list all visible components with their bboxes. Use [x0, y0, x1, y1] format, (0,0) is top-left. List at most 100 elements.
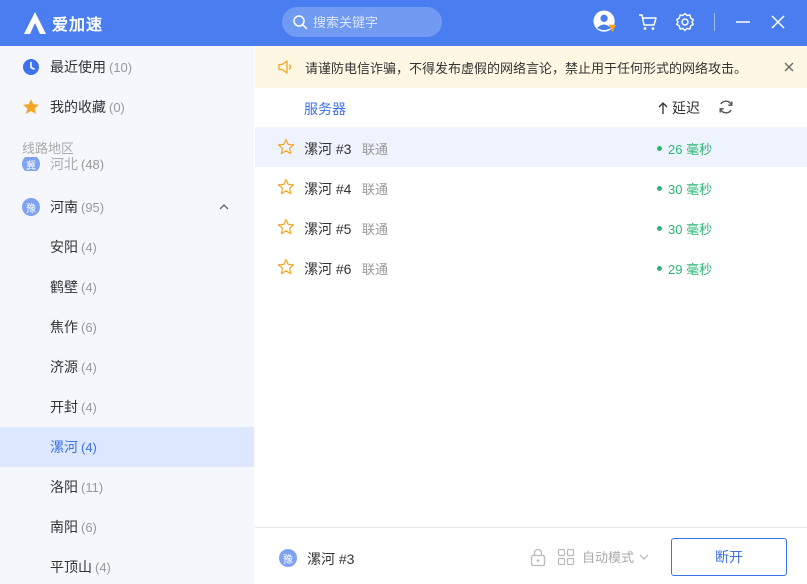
sidebar-item-city-selected[interactable]: 漯河 (4): [0, 427, 254, 467]
user-avatar-icon[interactable]: [593, 10, 617, 34]
server-isp: 联通: [362, 182, 389, 197]
speaker-icon: [278, 60, 292, 74]
search-input[interactable]: [313, 14, 433, 30]
server-latency: 30 毫秒: [657, 219, 712, 238]
sidebar-item-count: (4): [81, 439, 97, 455]
server-latency: 30 毫秒: [657, 179, 712, 198]
mode-selector[interactable]: 自动模式: [557, 547, 650, 566]
star-outline-icon[interactable]: [277, 138, 295, 156]
server-row[interactable]: 漯河 #4 联通 30 毫秒: [255, 167, 807, 207]
sort-up-arrow-icon: [658, 102, 668, 114]
chevron-up-icon[interactable]: [218, 201, 230, 213]
sidebar-item-count: (4): [81, 359, 97, 375]
sidebar-item-label: 我的收藏: [50, 99, 106, 115]
sidebar-item-count: (4): [81, 279, 97, 295]
server-table-header: 服务器 延迟: [255, 88, 807, 126]
notice-banner: 请谨防电信诈骗，不得发布虚假的网络言论，禁止用于任何形式的网络攻击。: [255, 46, 807, 88]
mode-label: 自动模式: [582, 550, 635, 565]
sidebar-item-label: 焦作: [50, 319, 78, 335]
server-isp: 联通: [362, 142, 389, 157]
disconnect-button[interactable]: 断开: [671, 538, 787, 576]
sidebar-item-label: 最近使用: [50, 59, 106, 75]
sidebar-item-count: (4): [81, 399, 97, 415]
sidebar-item-city[interactable]: 济源 (4): [0, 347, 254, 387]
app-logo: 爱加速: [22, 10, 103, 36]
search-icon: [293, 15, 308, 30]
sidebar-item-city[interactable]: 洛阳 (11): [0, 467, 254, 507]
sidebar-item-count: (11): [81, 479, 104, 495]
latency-value: 29 毫秒: [668, 262, 713, 277]
sidebar-item-label: 漯河: [50, 439, 78, 455]
sidebar-item-recent[interactable]: 最近使用 (10): [0, 47, 254, 87]
server-row[interactable]: 漯河 #3 联通 26 毫秒: [255, 127, 807, 167]
sidebar-item-count: (48): [81, 157, 105, 171]
sidebar: 最近使用 (10) 我的收藏 (0) 线路地区 冀 河北 (48) 豫 河南 (…: [0, 46, 254, 584]
server-latency: 26 毫秒: [657, 139, 712, 158]
latency-value: 26 毫秒: [668, 142, 713, 157]
sidebar-item-label: 洛阳: [50, 479, 78, 495]
notice-close-icon[interactable]: [781, 59, 797, 75]
cart-icon[interactable]: [636, 10, 660, 34]
sidebar-item-city[interactable]: 南阳 (6): [0, 507, 254, 547]
sidebar-item-label: 河北: [50, 157, 78, 171]
sidebar-item-count: (4): [81, 239, 97, 255]
sidebar-item-label: 开封: [50, 399, 78, 415]
lock-icon[interactable]: [529, 547, 547, 567]
latency-value: 30 毫秒: [668, 182, 713, 197]
latency-value: 30 毫秒: [668, 222, 713, 237]
server-latency: 29 毫秒: [657, 259, 712, 278]
sidebar-item-city[interactable]: 开封 (4): [0, 387, 254, 427]
sidebar-item-label: 安阳: [50, 239, 78, 255]
logo-icon: [24, 12, 46, 34]
sidebar-item-count: (6): [81, 519, 97, 535]
column-header-latency[interactable]: 延迟: [657, 98, 700, 118]
server-isp: 联通: [362, 222, 389, 237]
sidebar-item-label: 平顶山: [50, 559, 92, 575]
sidebar-item-city[interactable]: 安阳 (4): [0, 227, 254, 267]
sidebar-item-label: 济源: [50, 359, 78, 375]
latency-dot-icon: [657, 146, 662, 151]
current-server-name: 漯河 #3: [307, 551, 355, 567]
status-footer: 豫 漯河 #3 自动模式 断开: [255, 527, 807, 584]
refresh-icon[interactable]: [717, 98, 735, 116]
search-box[interactable]: [282, 7, 442, 37]
latency-dot-icon: [657, 266, 662, 271]
sidebar-item-label: 鹤壁: [50, 279, 78, 295]
region-badge: 冀: [22, 157, 40, 171]
server-row[interactable]: 漯河 #6 联通 29 毫秒: [255, 247, 807, 287]
server-row[interactable]: 漯河 #5 联通 30 毫秒: [255, 207, 807, 247]
app-name: 爱加速: [52, 17, 104, 34]
close-icon[interactable]: [766, 10, 790, 34]
server-name: 漯河 #5: [304, 221, 352, 237]
sidebar-item-city[interactable]: 鹤壁 (4): [0, 267, 254, 307]
sidebar-item-city[interactable]: 焦作 (6): [0, 307, 254, 347]
region-clip: 冀 河北 (48): [0, 157, 254, 171]
sidebar-item-count: (0): [109, 99, 125, 115]
star-outline-icon[interactable]: [277, 218, 295, 236]
server-name: 漯河 #4: [304, 181, 352, 197]
titlebar-divider: [714, 13, 715, 31]
sidebar-item-count: (4): [95, 559, 111, 575]
settings-gear-icon[interactable]: [673, 10, 697, 34]
sidebar-item-label: 南阳: [50, 519, 78, 535]
server-name: 漯河 #6: [304, 261, 352, 277]
current-region-badge: 豫: [279, 549, 297, 567]
minimize-icon[interactable]: [731, 10, 755, 34]
column-header-latency-label: 延迟: [672, 100, 700, 116]
section-label-regions: 线路地区: [22, 141, 75, 156]
star-outline-icon[interactable]: [277, 258, 295, 276]
column-header-server[interactable]: 服务器: [304, 99, 346, 119]
clock-icon: [22, 58, 40, 76]
sidebar-item-region-hebei[interactable]: 冀 河北 (48): [0, 157, 254, 171]
sidebar-item-label: 河南: [50, 199, 78, 215]
star-filled-icon: [22, 98, 40, 116]
latency-dot-icon: [657, 186, 662, 191]
sidebar-item-region-henan[interactable]: 豫 河南 (95): [0, 187, 254, 227]
sidebar-item-city[interactable]: 平顶山 (4): [0, 547, 254, 584]
server-isp: 联通: [362, 262, 389, 277]
sidebar-item-favorites[interactable]: 我的收藏 (0): [0, 87, 254, 127]
notice-text: 请谨防电信诈骗，不得发布虚假的网络言论，禁止用于任何形式的网络攻击。: [305, 60, 748, 76]
star-outline-icon[interactable]: [277, 178, 295, 196]
sidebar-item-count: (10): [109, 59, 133, 75]
sidebar-item-count: (6): [81, 319, 97, 335]
